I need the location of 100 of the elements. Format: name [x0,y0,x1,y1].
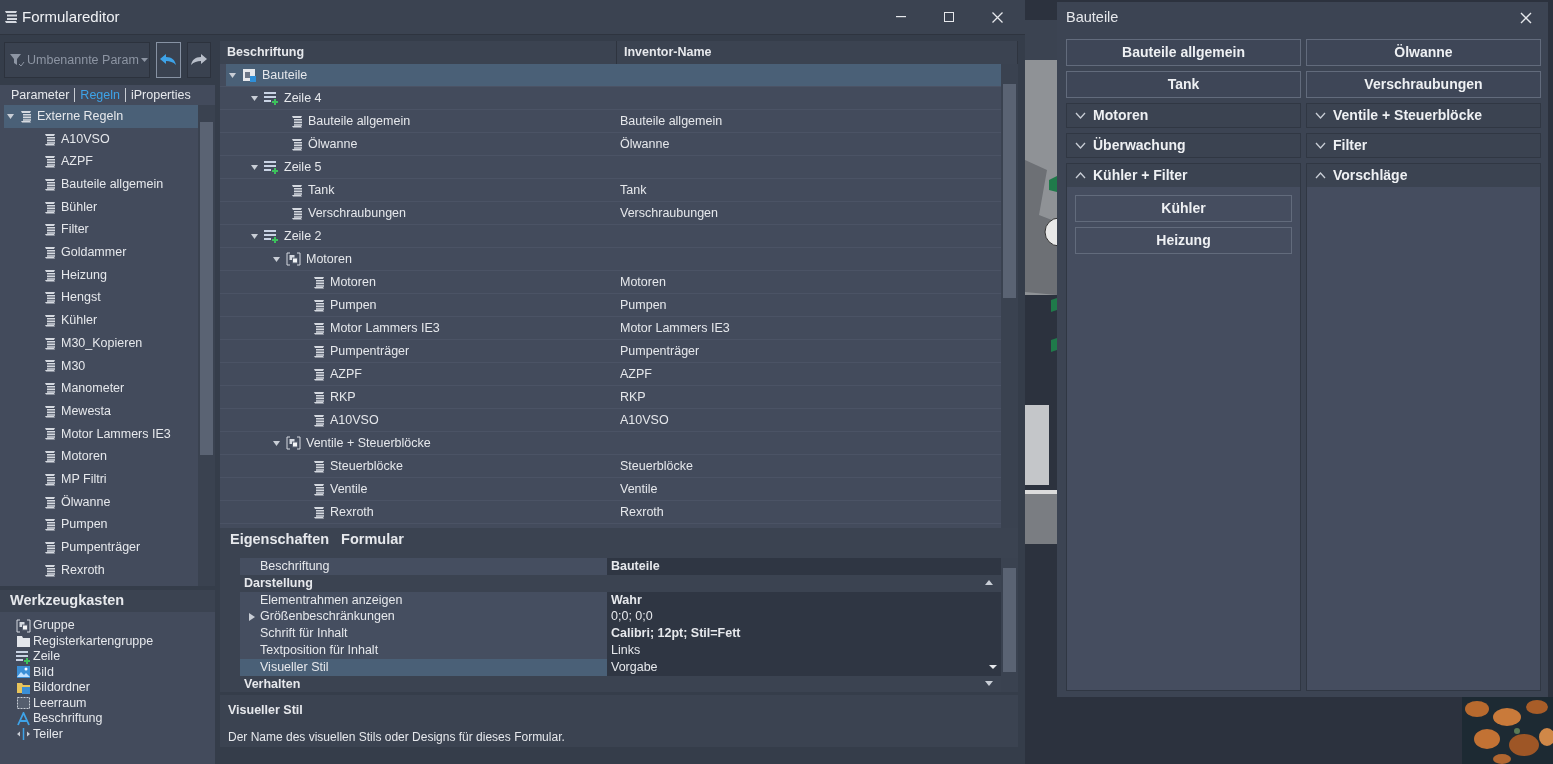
tree-item[interactable]: Manometer [42,377,198,400]
scroll-icon [291,206,303,220]
property-value[interactable]: Calibri; 12pt; Stil=Fett [607,625,1001,642]
caret-down-icon[interactable] [272,254,281,264]
caret-up-icon [985,580,993,587]
list-add-icon [264,160,279,174]
caret-down-icon[interactable] [250,93,259,103]
toolbox-item[interactable]: Teiler [16,726,215,742]
scroll-icon [20,109,32,123]
form-button[interactable]: Bauteile allgemein [1066,39,1301,66]
property-value[interactable]: 0;0; 0;0 [607,608,1001,626]
scroll-icon [44,268,56,282]
property-name[interactable]: Größenbeschränkungen [240,608,607,626]
toolbox-item[interactable]: Gruppe [16,618,215,634]
dropdown-arrow-icon[interactable] [989,664,997,670]
table-cell: Ventile [617,478,1001,501]
toolbox-item[interactable]: Bild [16,664,215,680]
section-header[interactable]: Kühler + Filter [1067,164,1300,187]
tree-item[interactable]: Ventile + Steuerblöcke [270,432,617,454]
tree-item[interactable]: MP Filtri [42,468,198,491]
chevron-up-icon [1075,172,1086,179]
form-button[interactable]: Ölwanne [1306,39,1541,66]
toolbox-item[interactable]: Zeile [16,649,215,665]
tree-item[interactable]: Kühler [42,309,198,332]
toolbox-item[interactable]: Registerkartengruppe [16,633,215,649]
tree-item[interactable]: Bauteile allgemein [42,173,198,196]
tree-item[interactable]: Bühler [42,195,198,219]
tree-item[interactable]: Hengst [42,286,198,310]
tree-item[interactable]: Pumpenträger [292,340,617,362]
tree-item[interactable]: Ölwanne [270,133,617,155]
redo-icon [189,53,208,67]
caret-down-icon[interactable] [272,438,281,448]
tree-item[interactable]: Bauteile allgemein [270,110,617,132]
scroll-icon [313,275,325,289]
tree-item[interactable]: Goldammer [42,241,198,264]
scroll-icon [313,413,325,427]
scroll-icon [313,367,325,381]
form-button[interactable]: Heizung [1075,227,1292,254]
tree-item[interactable]: M30 [42,354,198,378]
tab[interactable]: Parameter [6,88,75,102]
form-icon [242,68,257,82]
toolbox-item[interactable]: Bildordner [16,680,215,696]
tree-item[interactable]: Zeile 4 [248,87,617,109]
tree-item[interactable]: Mewesta [42,399,198,423]
folder-icon [16,634,31,649]
tree-item[interactable]: AZPF [292,363,617,385]
property-name[interactable]: Beschriftung [240,558,607,575]
tree-item[interactable]: Zeile 2 [248,225,617,247]
tree-item[interactable]: Motor Lammers IE3 [42,422,198,446]
tree-item[interactable]: Motoren [42,445,198,468]
tree-item[interactable]: Steuerblöcke [292,455,617,477]
tree-item[interactable]: Rexroth [292,501,617,523]
tree-item[interactable]: Verschraubungen [270,202,617,224]
scroll-icon [44,223,56,237]
tree-item[interactable]: Pumpenträger [42,536,198,559]
tree-item[interactable]: Motoren [292,271,617,293]
tree-item[interactable]: Externe Regeln [4,105,198,128]
toolbox-item[interactable]: Beschriftung [16,711,215,727]
tree-item[interactable]: Pumpen [42,513,198,537]
caret-right-icon[interactable] [248,612,256,621]
redo-button[interactable] [186,42,211,78]
tree-item[interactable]: Ventile [292,478,617,500]
tree-item[interactable]: Motor Lammers IE3 [292,317,617,339]
form-button[interactable]: Kühler [1075,195,1292,222]
scroll-icon [291,183,303,197]
tree-item[interactable]: A10VSO [42,127,198,151]
scrollbar[interactable] [198,105,215,586]
table-cell: RKP [617,386,1001,409]
undo-button[interactable] [156,42,181,78]
chevron-down-icon [1315,142,1326,149]
caret-down-icon[interactable] [250,162,259,172]
scroll-icon [313,482,325,496]
tree-item[interactable]: Tank [270,179,617,201]
tree-item[interactable]: Rexroth [42,558,198,582]
scroll-icon [44,472,56,486]
tree-item[interactable]: M30_Kopieren [42,331,198,355]
tree-item[interactable]: Zeile 5 [248,156,617,178]
tab[interactable]: iProperties [125,88,196,102]
tree-item[interactable]: RKP [292,386,617,408]
form-button[interactable]: Tank [1066,71,1301,98]
caret-down-icon[interactable] [6,111,15,121]
tree-item[interactable]: Motoren [270,248,617,270]
property-name[interactable]: Schrift für Inhalt [240,625,607,642]
caret-down-icon[interactable] [228,70,237,80]
tree-item[interactable]: Ölwanne [42,490,198,514]
tree-item[interactable]: Filter [42,218,198,242]
property-value[interactable]: Bauteile [607,558,1001,575]
form-button[interactable]: Verschraubungen [1306,71,1541,98]
chevron-down-icon [1075,142,1086,149]
toolbox-item[interactable]: Leerraum [16,695,215,711]
tree-item[interactable]: Bauteile [226,64,617,86]
section-header[interactable]: Vorschläge [1307,164,1540,187]
tree-item[interactable]: Pumpen [292,294,617,316]
tree-item[interactable]: Heizung [42,263,198,287]
scroll-icon [44,382,56,396]
tree-item[interactable]: A10VSO [292,409,617,431]
description-title: Visueller Stil [228,702,304,719]
caret-down-icon[interactable] [250,231,259,241]
scroll-icon [44,404,56,418]
tree-item[interactable]: AZPF [42,150,198,174]
